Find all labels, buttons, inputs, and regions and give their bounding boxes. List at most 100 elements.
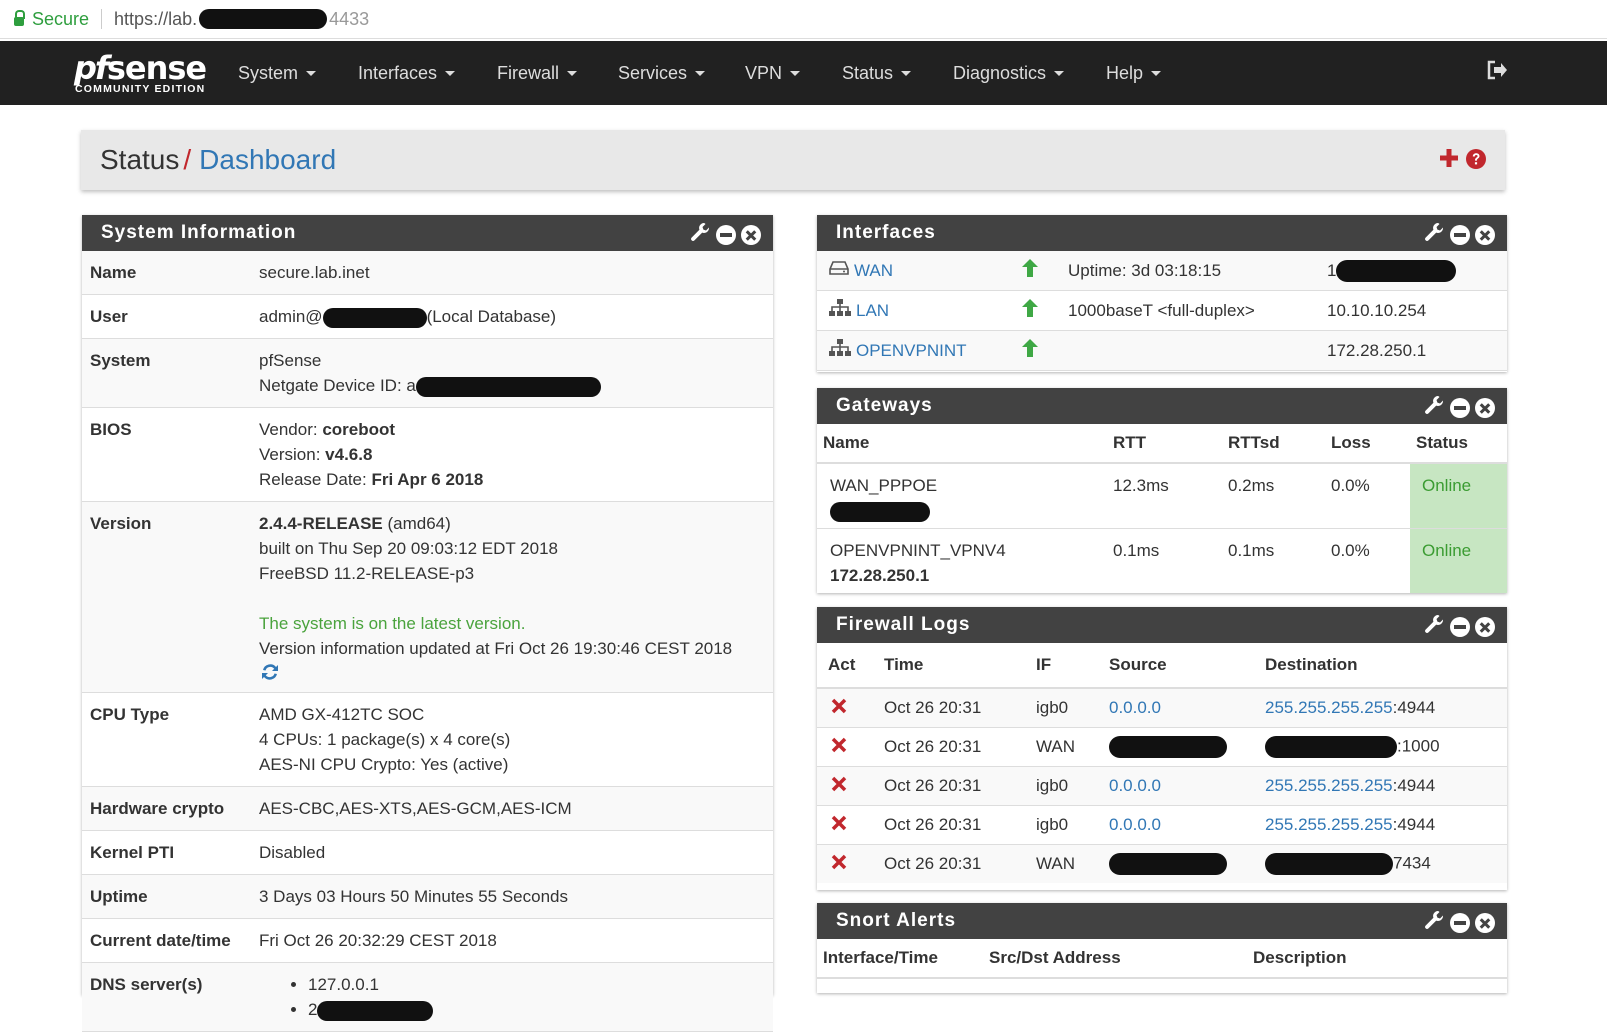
redacted-block — [1265, 853, 1393, 875]
log-interface: igb0 — [1030, 766, 1103, 806]
gateway-loss: 0.0% — [1325, 463, 1410, 529]
wrench-icon[interactable] — [1423, 909, 1445, 937]
column-header: RTT — [1107, 424, 1222, 464]
log-interface: igb0 — [1030, 688, 1103, 728]
breadcrumb-parent[interactable]: Status — [100, 144, 179, 176]
close-icon[interactable] — [1475, 398, 1495, 418]
url-prefix: https://lab. — [114, 8, 198, 29]
address-bar[interactable]: Secure https://lab. 4433 — [0, 0, 1607, 39]
url-text[interactable]: https://lab. 4433 — [114, 9, 369, 30]
block-icon[interactable] — [817, 766, 878, 806]
gateway-name-text: OPENVPNINT_VPNV4 — [830, 540, 1006, 560]
gateways-table: Name RTT RTTsd Loss Status WAN_PPPOE 12.… — [817, 424, 1507, 593]
menu-firewall[interactable]: Firewall — [497, 41, 578, 105]
wrench-icon[interactable] — [689, 221, 711, 249]
log-source[interactable] — [1103, 844, 1259, 883]
widget-header: Interfaces — [817, 215, 1507, 251]
menu-system[interactable]: System — [238, 41, 317, 105]
minimize-icon[interactable] — [1450, 398, 1470, 418]
snort-alerts-widget: Snort Alerts Interface/Time Src/Dst Addr… — [817, 903, 1507, 993]
page-title[interactable]: Dashboard — [199, 144, 336, 176]
close-icon[interactable] — [1475, 913, 1495, 933]
hdd-icon — [829, 260, 849, 281]
menu-status[interactable]: Status — [842, 41, 912, 105]
log-source[interactable] — [1103, 727, 1259, 767]
caret-down-icon — [306, 70, 317, 76]
wrench-icon[interactable] — [1423, 394, 1445, 422]
minimize-icon[interactable] — [716, 225, 736, 245]
redacted-block — [199, 9, 328, 29]
top-navbar: pfsense COMMUNITY EDITION System Interfa… — [0, 41, 1607, 105]
wrench-icon[interactable] — [1423, 613, 1445, 641]
log-destination: 255.255.255.255:4944 — [1259, 766, 1507, 806]
destination-ip[interactable]: 255.255.255.255 — [1265, 776, 1393, 795]
logo-edition: COMMUNITY EDITION — [75, 83, 206, 95]
refresh-icon[interactable] — [259, 661, 773, 683]
gateways-widget: Gateways Name RTT RTTsd Loss Status WAN_… — [817, 388, 1507, 593]
close-icon[interactable] — [1475, 617, 1495, 637]
sysinfo-table: Name secure.lab.inet User admin@ (Local D… — [82, 251, 773, 1032]
help-icon[interactable] — [1465, 148, 1487, 175]
log-destination: :1000 — [1259, 727, 1507, 767]
log-source[interactable]: 0.0.0.0 — [1103, 688, 1259, 728]
minimize-icon[interactable] — [1450, 913, 1470, 933]
interface-link[interactable]: OPENVPNINT — [829, 339, 967, 362]
destination-ip[interactable]: 255.255.255.255 — [1265, 698, 1393, 717]
log-destination: 7434 — [1259, 844, 1507, 883]
row-label: Version — [90, 514, 152, 533]
interface-link[interactable]: WAN — [829, 260, 893, 281]
interface-row: LAN 1000baseT <full-duplex> 10.10.10.254 — [817, 291, 1507, 331]
bios-version: v4.6.8 — [325, 445, 373, 464]
menu-interfaces[interactable]: Interfaces — [358, 41, 456, 105]
minimize-icon[interactable] — [1450, 225, 1470, 245]
destination-ip[interactable]: 255.255.255.255 — [1265, 815, 1393, 834]
widget-header: Firewall Logs — [817, 607, 1507, 643]
log-source[interactable]: 0.0.0.0 — [1103, 805, 1259, 845]
log-source[interactable]: 0.0.0.0 — [1103, 766, 1259, 806]
pfsense-logo[interactable]: pfsense COMMUNITY EDITION — [74, 49, 207, 95]
row-label: Hardware crypto — [90, 799, 225, 818]
column-header: Interface/Time — [817, 939, 983, 979]
logo-pf: pf — [74, 49, 109, 87]
arrow-up-icon — [1019, 257, 1041, 284]
row-value: Fri Oct 26 20:32:29 CEST 2018 — [259, 931, 497, 950]
menu-services[interactable]: Services — [618, 41, 706, 105]
row-value: Disabled — [259, 843, 326, 862]
cpu-aesni: AES-NI CPU Crypto: Yes (active) — [259, 755, 509, 774]
block-icon[interactable] — [817, 805, 878, 845]
table-row: Kernel PTI Disabled — [82, 831, 773, 875]
block-icon[interactable] — [817, 688, 878, 728]
close-icon[interactable] — [741, 225, 761, 245]
column-header: IF — [1030, 643, 1103, 689]
interface-ip: 10.10.10.254 — [1327, 300, 1427, 320]
system-value: pfSense — [259, 351, 322, 370]
table-row: Oct 26 20:31 WAN 7434 — [817, 844, 1507, 883]
interface-name: WAN — [854, 260, 894, 280]
menu-help[interactable]: Help — [1106, 41, 1162, 105]
menu-vpn[interactable]: VPN — [745, 41, 801, 105]
column-header: Time — [878, 643, 1030, 689]
logout-icon[interactable] — [1486, 59, 1508, 86]
caret-down-icon — [445, 70, 456, 76]
table-row: CPU Type AMD GX-412TC SOC 4 CPUs: 1 pack… — [82, 693, 773, 787]
interface-info: Uptime: 3d 03:18:15 — [1068, 260, 1222, 280]
table-row: Oct 26 20:31 igb0 0.0.0.0 255.255.255.25… — [817, 688, 1507, 728]
column-header: Src/Dst Address — [983, 939, 1247, 979]
wrench-icon[interactable] — [1423, 221, 1445, 249]
widget-header: System Information — [82, 215, 773, 251]
row-label: Kernel PTI — [90, 843, 175, 862]
row-value: Vendor: coreboot Version: v4.6.8 Release… — [259, 417, 773, 492]
dns-server-prefix: 2 — [308, 1000, 318, 1019]
table-row: Oct 26 20:31 igb0 0.0.0.0 255.255.255.25… — [817, 805, 1507, 845]
block-icon[interactable] — [817, 727, 878, 767]
add-widget-icon[interactable] — [1439, 148, 1459, 173]
menu-diagnostics[interactable]: Diagnostics — [953, 41, 1065, 105]
close-icon[interactable] — [1475, 225, 1495, 245]
block-icon[interactable] — [817, 844, 878, 883]
device-id-value: a — [406, 376, 416, 395]
gateway-name: WAN_PPPOE — [817, 463, 1107, 529]
interfaces-list: WAN Uptime: 3d 03:18:15 1 LAN 1000baseT … — [817, 251, 1507, 371]
interface-link[interactable]: LAN — [829, 299, 889, 322]
redacted-block — [1109, 853, 1227, 875]
minimize-icon[interactable] — [1450, 617, 1470, 637]
